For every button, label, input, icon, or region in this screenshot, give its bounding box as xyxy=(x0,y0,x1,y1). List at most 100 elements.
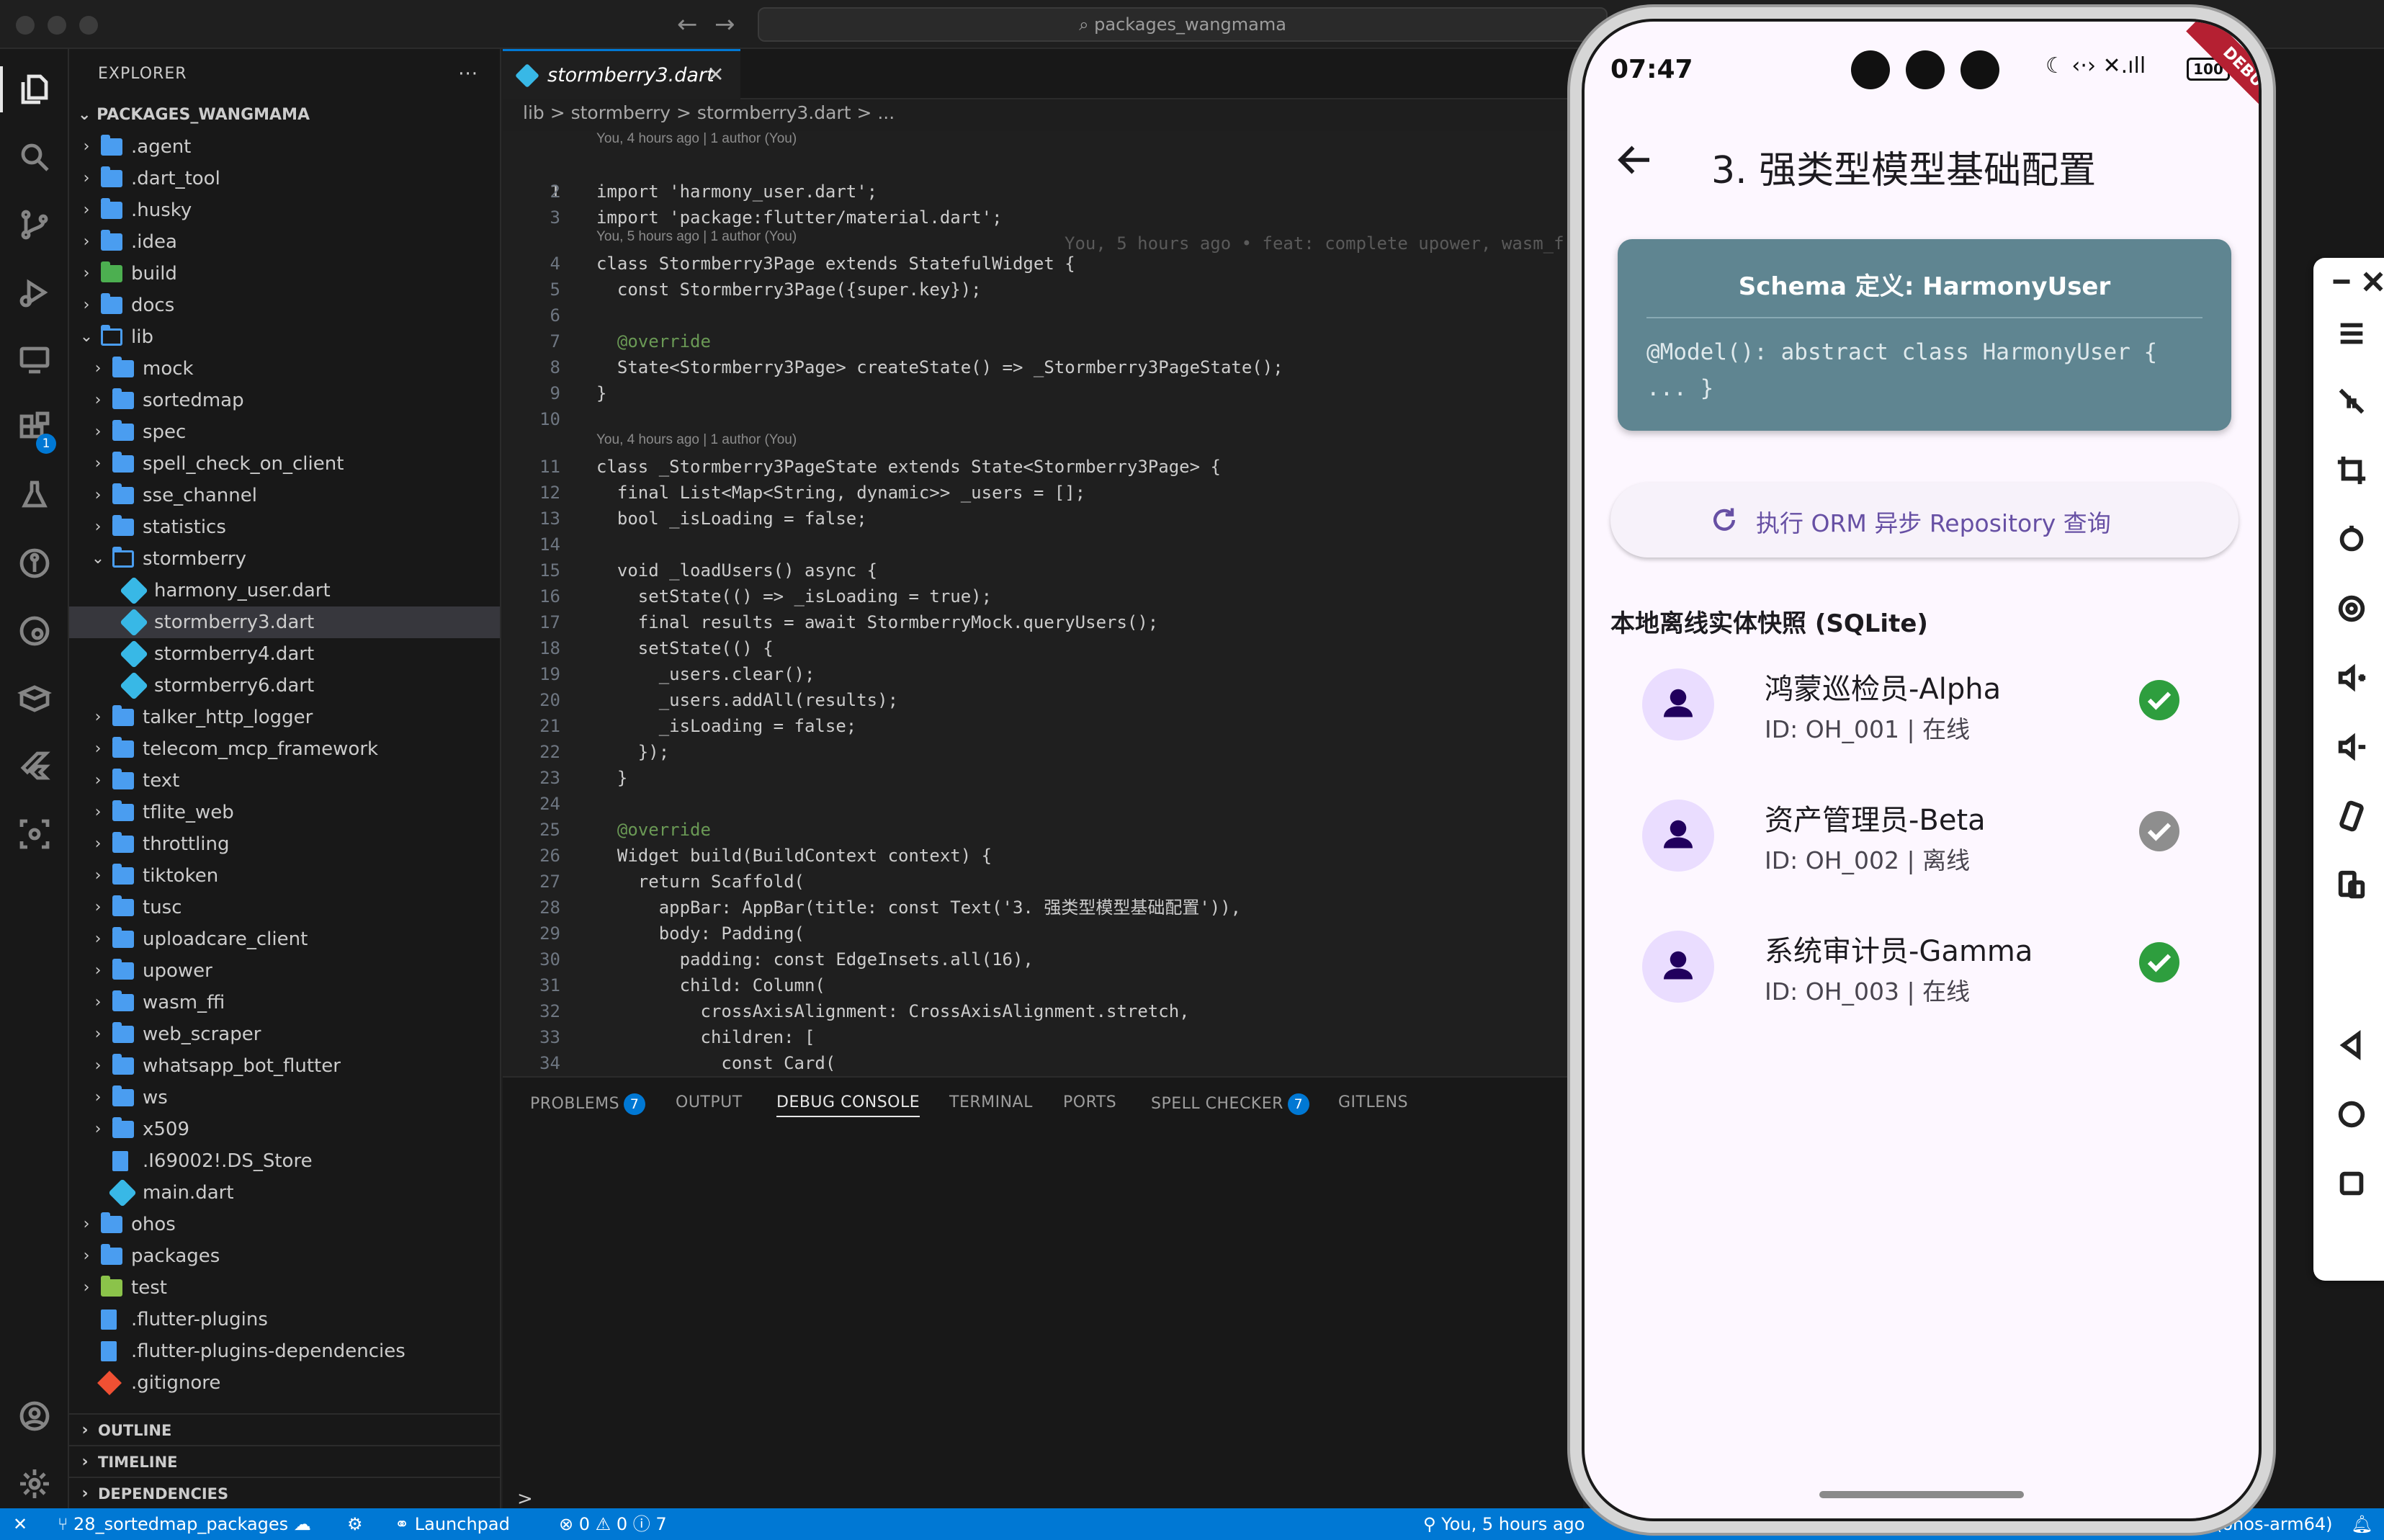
forward-arrow-icon[interactable]: → xyxy=(714,10,735,39)
tree-folder[interactable]: › sse_channel xyxy=(69,480,500,511)
close-tab-icon[interactable]: ✕ xyxy=(707,63,724,86)
no-touch-icon[interactable] xyxy=(2335,385,2368,418)
tree-folder[interactable]: › .dart_tool xyxy=(69,163,500,194)
tree-folder[interactable]: › upower xyxy=(69,955,500,987)
fold-icon[interactable] xyxy=(2335,869,2368,902)
tree-folder[interactable]: › ws xyxy=(69,1082,500,1114)
branch-status[interactable]: ⑂ 28_sortedmap_packages ☁ xyxy=(58,1508,311,1540)
problems-status[interactable]: ⊗ 0 ⚠ 0 ⓘ 7 xyxy=(559,1508,667,1540)
more-actions-icon[interactable]: ··· xyxy=(458,49,478,99)
testing-icon[interactable] xyxy=(0,465,69,526)
gitlens-inspect-icon[interactable] xyxy=(0,601,69,661)
tree-folder[interactable]: › test xyxy=(69,1272,500,1304)
tree-folder[interactable]: › docs xyxy=(69,290,500,321)
containers-icon[interactable] xyxy=(0,668,69,729)
minimize-window-button[interactable] xyxy=(48,16,66,35)
tree-folder[interactable]: › spell_check_on_client xyxy=(69,448,500,480)
extensions-icon[interactable]: 1 xyxy=(0,398,69,458)
settings-gear-icon[interactable] xyxy=(0,1454,69,1514)
tree-folder[interactable]: › talker_http_logger xyxy=(69,702,500,733)
tree-folder[interactable]: › build xyxy=(69,258,500,290)
tab-spell-checker[interactable]: SPELL CHECKER 7 xyxy=(1151,1093,1309,1115)
minimize-icon[interactable] xyxy=(2325,265,2350,287)
tree-folder[interactable]: › mock xyxy=(69,353,500,385)
tree-folder[interactable]: › sortedmap xyxy=(69,385,500,416)
rotate-device-icon[interactable] xyxy=(2335,800,2368,833)
code-editor[interactable]: You, 4 hours ago | 1 author (You) 1 impo… xyxy=(503,131,1583,1076)
tree-folder[interactable]: › tflite_web xyxy=(69,797,500,828)
tree-file[interactable]: .gitignore xyxy=(69,1367,500,1399)
screenshot-icon[interactable] xyxy=(2335,592,2368,625)
crop-icon[interactable] xyxy=(2335,454,2368,487)
tab-output[interactable]: OUTPUT xyxy=(676,1093,743,1111)
gitlens-icon[interactable] xyxy=(0,533,69,594)
tree-folder[interactable]: › whatsapp_bot_flutter xyxy=(69,1050,500,1082)
source-control-icon[interactable] xyxy=(0,194,69,255)
remote-icon[interactable]: ✕ xyxy=(13,1508,27,1540)
tree-folder[interactable]: › packages xyxy=(69,1240,500,1272)
tree-folder[interactable]: › uploadcare_client xyxy=(69,923,500,955)
tree-file[interactable]: .flutter-plugins-dependencies xyxy=(69,1335,500,1367)
zoom-window-button[interactable] xyxy=(79,16,98,35)
tree-folder[interactable]: › .idea xyxy=(69,226,500,258)
tab-problems[interactable]: PROBLEMS 7 xyxy=(530,1093,646,1115)
user-list-item[interactable]: 系统审计员-Gamma ID: OH_003 | 在线 xyxy=(1610,906,2239,1021)
outline-section[interactable]: › OUTLINE xyxy=(69,1413,501,1445)
tree-folder[interactable]: ⌄ stormberry xyxy=(69,543,500,575)
tree-folder[interactable]: › statistics xyxy=(69,511,500,543)
account-icon[interactable] xyxy=(0,1386,69,1446)
tree-file[interactable]: stormberry3.dart xyxy=(69,606,500,638)
menu-icon[interactable] xyxy=(2335,317,2368,350)
tree-folder[interactable]: › throttling xyxy=(69,828,500,860)
tree-folder[interactable]: › tusc xyxy=(69,892,500,923)
tree-folder[interactable]: › x509 xyxy=(69,1114,500,1145)
remote-explorer-icon[interactable] xyxy=(0,330,69,390)
launchpad-status[interactable]: ⚭ Launchpad xyxy=(395,1508,510,1540)
codelens-blame[interactable]: You, 4 hours ago | 1 author (You) xyxy=(596,131,797,147)
tree-file[interactable]: stormberry4.dart xyxy=(69,638,500,670)
dependencies-section[interactable]: › DEPENDENCIES xyxy=(69,1477,501,1508)
tree-folder[interactable]: ⌄ lib xyxy=(69,321,500,353)
debug-console-input[interactable]: > xyxy=(517,1488,533,1510)
tab-terminal[interactable]: TERMINAL xyxy=(949,1093,1033,1111)
nav-back-icon[interactable] xyxy=(2335,1029,2368,1062)
tree-folder[interactable]: › .agent xyxy=(69,131,500,163)
nav-home-icon[interactable] xyxy=(2335,1098,2368,1131)
tree-folder[interactable]: › text xyxy=(69,765,500,797)
tree-file[interactable]: stormberry6.dart xyxy=(69,670,500,702)
tab-ports[interactable]: PORTS xyxy=(1063,1093,1116,1111)
command-center-search[interactable]: ⌕ packages_wangmama xyxy=(758,7,1608,42)
tab-debug-console[interactable]: DEBUG CONSOLE xyxy=(776,1093,920,1117)
nav-recents-icon[interactable] xyxy=(2335,1167,2368,1200)
back-arrow-icon[interactable]: ← xyxy=(677,10,698,39)
rotate-icon[interactable] xyxy=(2335,523,2368,556)
user-list-item[interactable]: 资产管理员-Beta ID: OH_002 | 离线 xyxy=(1610,775,2239,890)
codelens-blame[interactable]: You, 5 hours ago | 1 author (You) xyxy=(596,229,797,245)
tree-folder[interactable]: › tiktoken xyxy=(69,860,500,892)
timeline-section[interactable]: › TIMELINE xyxy=(69,1445,501,1477)
tree-folder[interactable]: › web_scraper xyxy=(69,1019,500,1050)
close-window-button[interactable] xyxy=(16,16,35,35)
tree-folder[interactable]: › wasm_ffi xyxy=(69,987,500,1019)
tree-folder[interactable]: › telecom_mcp_framework xyxy=(69,733,500,765)
tree-file[interactable]: .I69002!.DS_Store xyxy=(69,1145,500,1177)
notifications-bell-icon[interactable]: 🔔︎ xyxy=(2351,1508,2372,1540)
close-icon[interactable] xyxy=(2357,265,2383,292)
flutter-icon[interactable] xyxy=(0,736,69,797)
codelens-blame[interactable]: You, 4 hours ago | 1 author (You) xyxy=(596,432,797,448)
debug-status-icon[interactable]: ⚙ xyxy=(347,1508,363,1540)
inspector-icon[interactable] xyxy=(0,804,69,864)
orm-query-button[interactable]: 执行 ORM 异步 Repository 查询 xyxy=(1610,483,2239,558)
tree-folder[interactable]: › ohos xyxy=(69,1209,500,1240)
breadcrumb[interactable]: lib > stormberry > stormberry3.dart > ..… xyxy=(523,102,895,131)
explorer-icon[interactable] xyxy=(0,59,69,120)
tree-file[interactable]: main.dart xyxy=(69,1177,500,1209)
home-indicator[interactable] xyxy=(1819,1491,2024,1498)
user-list-item[interactable]: 鸿蒙巡检员-Alpha ID: OH_001 | 在线 xyxy=(1610,644,2239,759)
tree-file[interactable]: .flutter-plugins xyxy=(69,1304,500,1335)
tree-file[interactable]: harmony_user.dart xyxy=(69,575,500,606)
tab-gitlens[interactable]: GITLENS xyxy=(1338,1093,1408,1111)
back-arrow-icon[interactable] xyxy=(1613,138,1657,182)
workspace-root[interactable]: ⌄ PACKAGES_WANGMAMA xyxy=(69,99,500,131)
tab-stormberry3[interactable]: stormberry3.dart ✕ xyxy=(503,49,740,99)
